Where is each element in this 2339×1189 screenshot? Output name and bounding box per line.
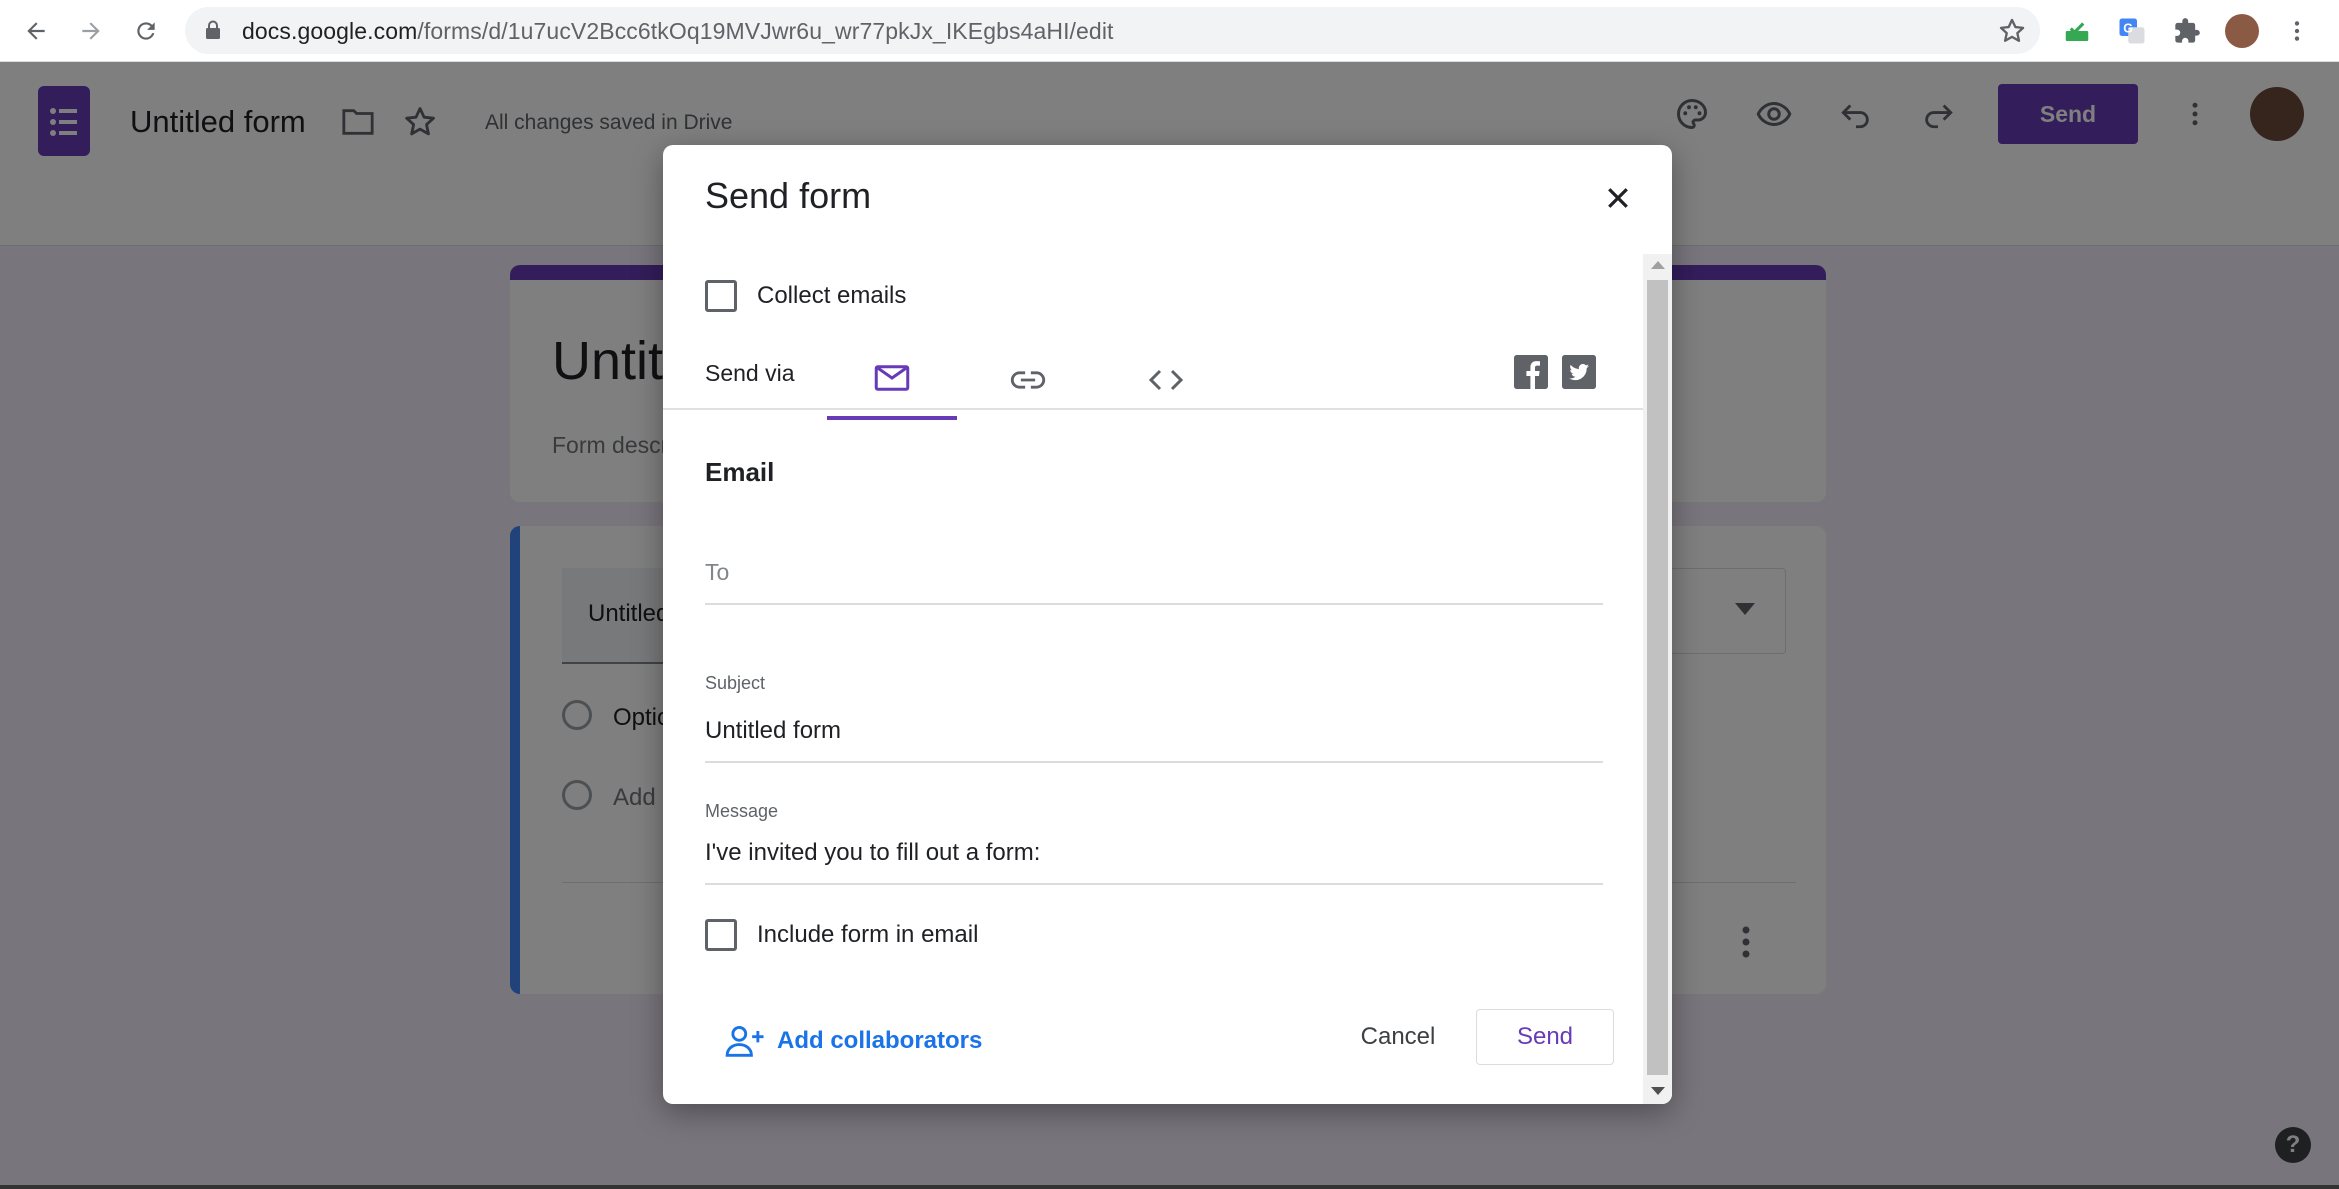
reload-icon — [137, 22, 155, 40]
back-button[interactable] — [18, 13, 54, 49]
to-placeholder: To — [705, 559, 730, 585]
browser-toolbar: docs.google.com/forms/d/1u7ucV2Bcc6tkOq1… — [0, 0, 2339, 62]
forward-button[interactable] — [73, 13, 109, 49]
url-path: /forms/d/1u7ucV2Bcc6tkOq19MVJwr6u_wr77pk… — [417, 18, 1114, 44]
add-person-icon — [725, 1026, 764, 1057]
url-text: docs.google.com/forms/d/1u7ucV2Bcc6tkOq1… — [242, 18, 1114, 45]
subject-field[interactable]: Subject Untitled form — [705, 673, 1603, 763]
add-collaborators-button[interactable]: Add collaborators — [725, 1025, 982, 1057]
translate-icon: G — [2119, 18, 2145, 44]
scroll-up-icon[interactable] — [1651, 261, 1665, 269]
profile-avatar — [2225, 14, 2259, 48]
extension-save-icon — [2065, 22, 2089, 41]
include-form-checkbox[interactable] — [705, 919, 737, 951]
collect-emails-checkbox[interactable] — [705, 280, 737, 312]
extension-1[interactable] — [2059, 13, 2095, 49]
back-arrow-icon — [27, 22, 45, 40]
url-domain: docs.google.com — [242, 18, 418, 44]
close-icon — [1608, 188, 1628, 208]
collect-emails-label: Collect emails — [757, 282, 907, 309]
bookmark-star-icon[interactable] — [1998, 17, 2026, 45]
more-vert-icon — [2294, 21, 2300, 41]
tabs-divider — [663, 408, 1643, 410]
share-facebook-button[interactable] — [1514, 355, 1548, 389]
email-icon — [874, 365, 910, 391]
forward-arrow-icon — [82, 22, 100, 40]
browser-menu-button[interactable] — [2279, 13, 2315, 49]
email-section-title: Email — [705, 457, 775, 487]
svg-text:G: G — [2123, 21, 2133, 35]
scrollbar-thumb[interactable] — [1647, 280, 1668, 1075]
extension-translate[interactable]: G — [2114, 13, 2150, 49]
subject-label: Subject — [705, 673, 766, 693]
extensions-button[interactable] — [2169, 13, 2205, 49]
send-button[interactable]: Send — [1476, 1009, 1614, 1065]
message-label: Message — [705, 801, 779, 821]
reload-button[interactable] — [128, 13, 164, 49]
facebook-icon — [1514, 355, 1548, 389]
close-button[interactable] — [1593, 173, 1643, 223]
send-via-label: Send via — [705, 360, 795, 386]
bottom-edge — [0, 1185, 2339, 1189]
address-bar[interactable]: docs.google.com/forms/d/1u7ucV2Bcc6tkOq1… — [185, 7, 2040, 54]
dialog-title: Send form — [705, 175, 872, 216]
lock-icon — [206, 20, 220, 39]
profile-button[interactable] — [2224, 13, 2260, 49]
message-field[interactable]: Message I've invited you to fill out a f… — [705, 801, 1603, 885]
send-form-dialog: Send form Collect emails Send via Email … — [663, 145, 1672, 1104]
subject-value: Untitled form — [705, 717, 842, 744]
add-collaborators-label: Add collaborators — [777, 1027, 983, 1054]
to-field[interactable]: To — [705, 553, 1603, 605]
twitter-icon — [1562, 355, 1596, 389]
share-twitter-button[interactable] — [1562, 355, 1596, 389]
embed-icon — [1148, 369, 1184, 391]
link-icon — [1010, 371, 1046, 389]
scroll-down-icon[interactable] — [1651, 1087, 1665, 1095]
message-value: I've invited you to fill out a form: — [705, 839, 1041, 866]
cancel-button[interactable]: Cancel — [1343, 1009, 1453, 1065]
include-form-label: Include form in email — [757, 921, 979, 948]
puzzle-icon — [2175, 18, 2200, 43]
